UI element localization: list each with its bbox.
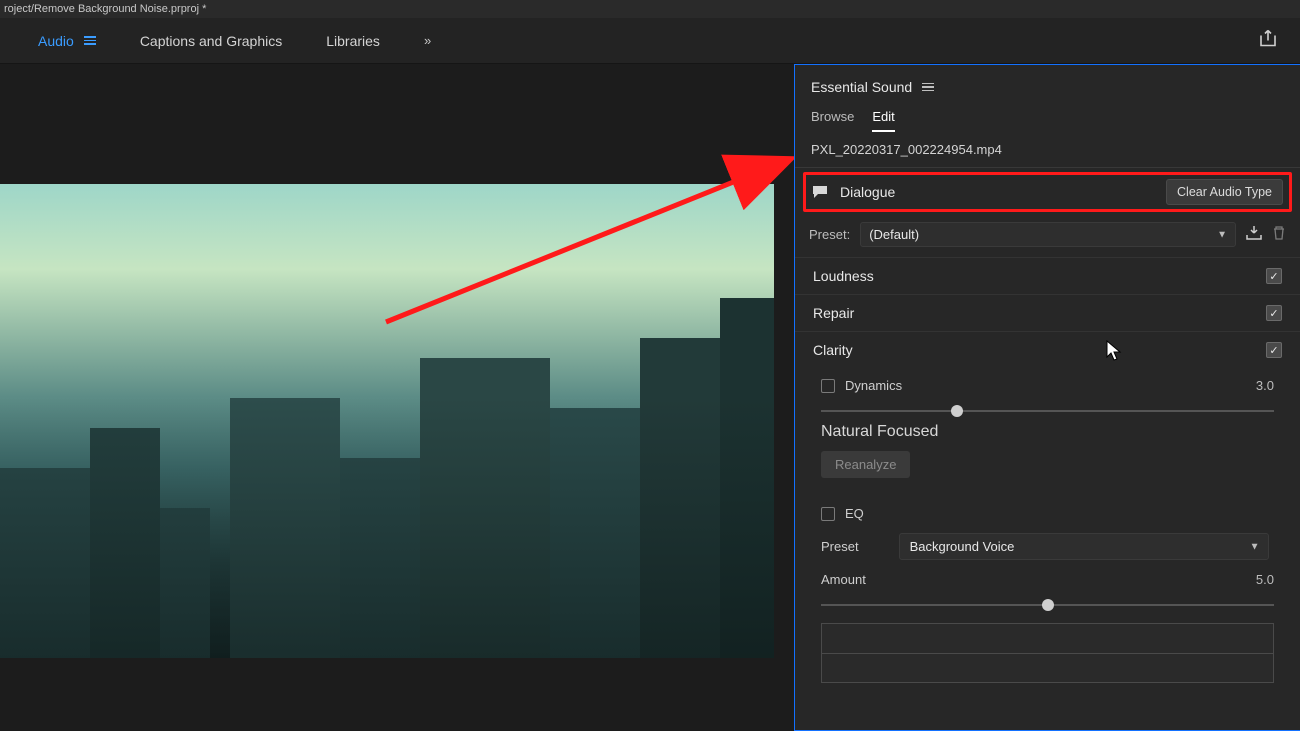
tab-browse[interactable]: Browse [811,109,854,132]
eq-checkbox[interactable] [821,507,835,521]
eq-amount-label: Amount [821,572,866,587]
workspace-tab-label: Libraries [326,33,380,49]
export-icon[interactable] [1258,29,1278,52]
workspace-tab-audio[interactable]: Audio [38,33,96,49]
delete-preset-icon[interactable] [1272,226,1286,243]
tab-edit[interactable]: Edit [872,109,894,132]
section-label: Loudness [813,268,874,284]
section-loudness[interactable]: Loudness [795,257,1300,294]
section-label: Clarity [813,342,853,358]
workspace-tab-label: Audio [38,33,74,49]
dynamics-label: Dynamics [845,378,902,393]
essential-sound-panel: Essential Sound Browse Edit PXL_20220317… [794,64,1300,731]
workspace-tab-captions[interactable]: Captions and Graphics [140,33,282,49]
clear-audio-type-button[interactable]: Clear Audio Type [1166,179,1283,205]
loudness-checkbox[interactable] [1266,268,1282,284]
section-repair[interactable]: Repair [795,294,1300,331]
dynamics-value: 3.0 [1256,378,1274,393]
workspace-tab-libraries[interactable]: Libraries [326,33,380,49]
reanalyze-button: Reanalyze [821,451,910,478]
selected-clip-name: PXL_20220317_002224954.mp4 [795,132,1300,168]
save-preset-icon[interactable] [1246,226,1262,243]
eq-preset-value: Background Voice [910,539,1015,554]
eq-label: EQ [845,506,864,521]
window-titlebar: roject/Remove Background Noise.prproj * [0,0,1300,18]
workspace-tab-strip: Audio Captions and Graphics Libraries » [0,18,1300,64]
dialogue-icon [812,185,828,199]
eq-preset-label: Preset [821,539,859,554]
repair-checkbox[interactable] [1266,305,1282,321]
chevron-down-icon: ▼ [1217,229,1227,240]
section-label: Repair [813,305,854,321]
dynamics-max-label: Focused [877,423,938,440]
audio-type-row: Dialogue Clear Audio Type [803,172,1292,212]
eq-amount-slider[interactable] [821,597,1274,613]
program-monitor-panel [0,64,794,731]
section-clarity[interactable]: Clarity [795,331,1300,368]
clarity-checkbox[interactable] [1266,342,1282,358]
preset-value: (Default) [869,227,919,242]
chevron-down-icon: ▼ [1250,541,1260,552]
hamburger-icon [84,36,96,45]
preset-dropdown[interactable]: (Default) ▼ [860,222,1236,247]
dynamics-slider[interactable] [821,403,1274,419]
audio-type-label: Dialogue [840,184,1154,200]
video-preview [0,184,774,658]
dynamics-min-label: Natural [821,423,873,440]
preset-label: Preset: [809,227,850,242]
eq-amount-value: 5.0 [1256,572,1274,587]
dynamics-checkbox[interactable] [821,379,835,393]
panel-title: Essential Sound [811,79,912,95]
workspace-overflow-button[interactable]: » [424,33,431,48]
eq-preset-dropdown[interactable]: Background Voice ▼ [899,533,1269,560]
workspace-tab-label: Captions and Graphics [140,33,282,49]
eq-graph [821,623,1274,683]
panel-menu-icon[interactable] [922,83,934,92]
